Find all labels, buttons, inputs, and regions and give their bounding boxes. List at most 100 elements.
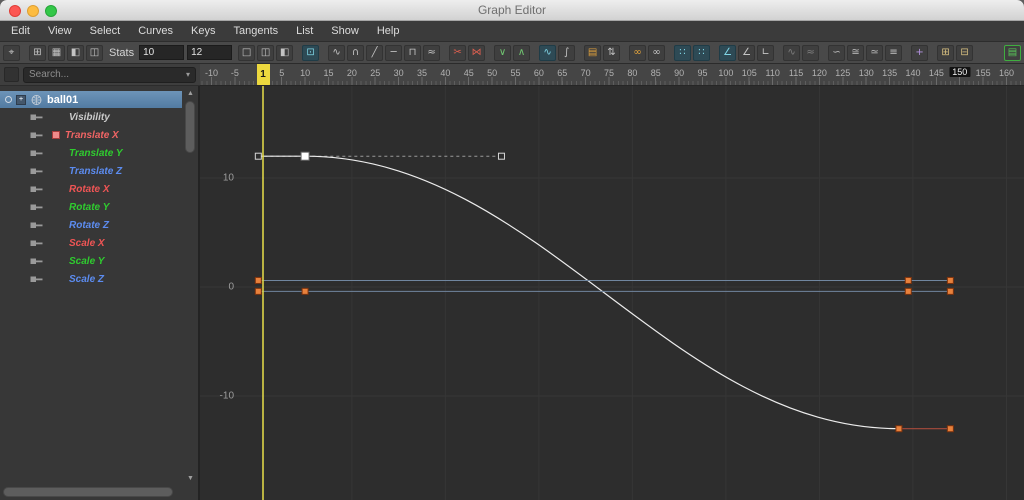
break-tangents-icon[interactable]: ✂	[449, 45, 466, 61]
channel-row-scale-z[interactable]: Scale Z	[0, 270, 182, 288]
flat-tangents-icon[interactable]: ─	[385, 45, 402, 61]
menu-help[interactable]: Help	[368, 21, 409, 42]
keyframe[interactable]	[905, 277, 911, 283]
menu-view[interactable]: View	[39, 21, 81, 42]
filter-button[interactable]	[4, 67, 19, 82]
keyframe[interactable]	[905, 288, 911, 294]
mute-icon[interactable]	[30, 112, 43, 122]
bake-channel-icon[interactable]: ≡	[885, 45, 902, 61]
disclosure-icon[interactable]	[5, 96, 12, 103]
plateau-tangents-icon[interactable]: ≈	[423, 45, 440, 61]
channel-row-translate-y[interactable]: Translate Y	[0, 144, 182, 162]
linear-tangents-icon[interactable]: ╱	[366, 45, 383, 61]
absolute-view-icon[interactable]: □	[238, 45, 255, 61]
channel-row-scale-y[interactable]: Scale Y	[0, 252, 182, 270]
tree-item-ball01[interactable]: + ball01	[0, 91, 182, 108]
keyframe[interactable]	[947, 277, 953, 283]
vertical-scrollbar-thumb[interactable]	[185, 101, 195, 153]
mute-icon[interactable]	[30, 256, 43, 266]
search-input[interactable]: Search... ▾	[23, 67, 196, 83]
channel-row-scale-x[interactable]: Scale X	[0, 234, 182, 252]
pre-infinity-cycle-icon[interactable]: ∞	[629, 45, 646, 61]
channel-row-translate-x[interactable]: Translate X	[0, 126, 182, 144]
move-nearest-picked-key-tool-icon[interactable]: ⌖	[3, 45, 20, 61]
mute-icon[interactable]	[30, 220, 43, 230]
keyframe-stats-icon[interactable]: ⊞	[937, 45, 954, 61]
menu-select[interactable]: Select	[81, 21, 130, 42]
template-channel-icon[interactable]: ≈	[802, 45, 819, 61]
horizontal-scrollbar[interactable]	[2, 487, 181, 498]
region-keys-tool-icon[interactable]: ◧	[67, 45, 84, 61]
move-key-tool-icon[interactable]: +	[911, 45, 928, 61]
value-snap-icon[interactable]: ∷	[693, 45, 710, 61]
animation-translate-main-curve[interactable]	[258, 156, 899, 429]
graph-view[interactable]: 100-10	[200, 86, 1024, 500]
menu-curves[interactable]: Curves	[129, 21, 182, 42]
isolate-curve-icon[interactable]: ∿	[783, 45, 800, 61]
fixed-tangent-icon[interactable]: ∫	[558, 45, 575, 61]
buffer-curve-snapshot-icon[interactable]: ▤	[584, 45, 601, 61]
vertical-scrollbar[interactable]: ▲ ▼	[184, 88, 197, 484]
simplify-curve-icon[interactable]: ≅	[847, 45, 864, 61]
horizontal-scrollbar-thumb[interactable]	[3, 487, 173, 497]
scroll-down-icon[interactable]: ▼	[184, 473, 197, 484]
in-tangent-angle-icon[interactable]: ∠	[719, 45, 736, 61]
expand-icon[interactable]: +	[16, 95, 26, 105]
keyframe[interactable]	[896, 426, 902, 432]
smooth-curve-icon[interactable]: ∽	[828, 45, 845, 61]
mute-icon[interactable]	[30, 166, 43, 176]
keyframe[interactable]	[255, 277, 261, 283]
post-infinity-cycle-icon[interactable]: ∞	[648, 45, 665, 61]
channel-row-visibility[interactable]: Visibility	[0, 108, 182, 126]
zoom-button[interactable]	[45, 5, 57, 17]
channel-row-rotate-y[interactable]: Rotate Y	[0, 198, 182, 216]
mute-icon[interactable]	[30, 148, 43, 158]
keyframe[interactable]	[255, 288, 261, 294]
keyframe[interactable]	[498, 153, 504, 159]
lock-tangent-weight-icon[interactable]: ∧	[513, 45, 530, 61]
channel-row-rotate-z[interactable]: Rotate Z	[0, 216, 182, 234]
tangent-length-icon[interactable]: ∟	[757, 45, 774, 61]
clamped-tangents-icon[interactable]: ∩	[347, 45, 364, 61]
menu-tangents[interactable]: Tangents	[225, 21, 288, 42]
out-tangent-angle-icon[interactable]: ∠	[738, 45, 755, 61]
lattice-deform-keys-tool-icon[interactable]: ▦	[48, 45, 65, 61]
mute-icon[interactable]	[30, 184, 43, 194]
mute-icon[interactable]	[30, 202, 43, 212]
scroll-up-icon[interactable]: ▲	[184, 88, 197, 99]
keyframe[interactable]	[947, 288, 953, 294]
menu-list[interactable]: List	[287, 21, 322, 42]
menu-show[interactable]: Show	[322, 21, 368, 42]
unify-tangents-icon[interactable]: ⋈	[468, 45, 485, 61]
mute-icon[interactable]	[30, 130, 43, 140]
open-graph-editor-icon[interactable]: ▤	[1004, 45, 1021, 61]
free-tangent-weight-icon[interactable]: ∨	[494, 45, 511, 61]
frame-playback-range-icon[interactable]: ⊡	[302, 45, 319, 61]
menu-edit[interactable]: Edit	[2, 21, 39, 42]
auto-tangent-icon[interactable]: ∿	[539, 45, 556, 61]
normalized-view-icon[interactable]: ◧	[276, 45, 293, 61]
mute-icon[interactable]	[30, 274, 43, 284]
spline-tangents-icon[interactable]: ∿	[328, 45, 345, 61]
resample-curve-icon[interactable]: ≃	[866, 45, 883, 61]
menu-keys[interactable]: Keys	[182, 21, 224, 42]
insert-keys-tool-icon[interactable]: ⊞	[29, 45, 46, 61]
timeline-ruler[interactable]: -10-551015202530354045505560657075808590…	[200, 64, 1024, 86]
step-tangents-icon[interactable]: ⊓	[404, 45, 421, 61]
time-snap-icon[interactable]: ∷	[674, 45, 691, 61]
swap-buffer-curves-icon[interactable]: ⇅	[603, 45, 620, 61]
search-dropdown-icon[interactable]: ▾	[186, 70, 190, 79]
dope-sheet-icon[interactable]: ⊟	[956, 45, 973, 61]
retime-tool-icon[interactable]: ◫	[86, 45, 103, 61]
minimize-button[interactable]	[27, 5, 39, 17]
close-button[interactable]	[9, 5, 21, 17]
stacked-view-icon[interactable]: ◫	[257, 45, 274, 61]
keyframe[interactable]	[255, 153, 261, 159]
keyframe[interactable]	[947, 426, 953, 432]
stat-frame-input[interactable]	[139, 45, 184, 60]
keyframe[interactable]	[302, 288, 308, 294]
titlebar[interactable]: Graph Editor	[0, 0, 1024, 21]
mute-icon[interactable]	[30, 238, 43, 248]
channel-row-translate-z[interactable]: Translate Z	[0, 162, 182, 180]
channel-row-rotate-x[interactable]: Rotate X	[0, 180, 182, 198]
